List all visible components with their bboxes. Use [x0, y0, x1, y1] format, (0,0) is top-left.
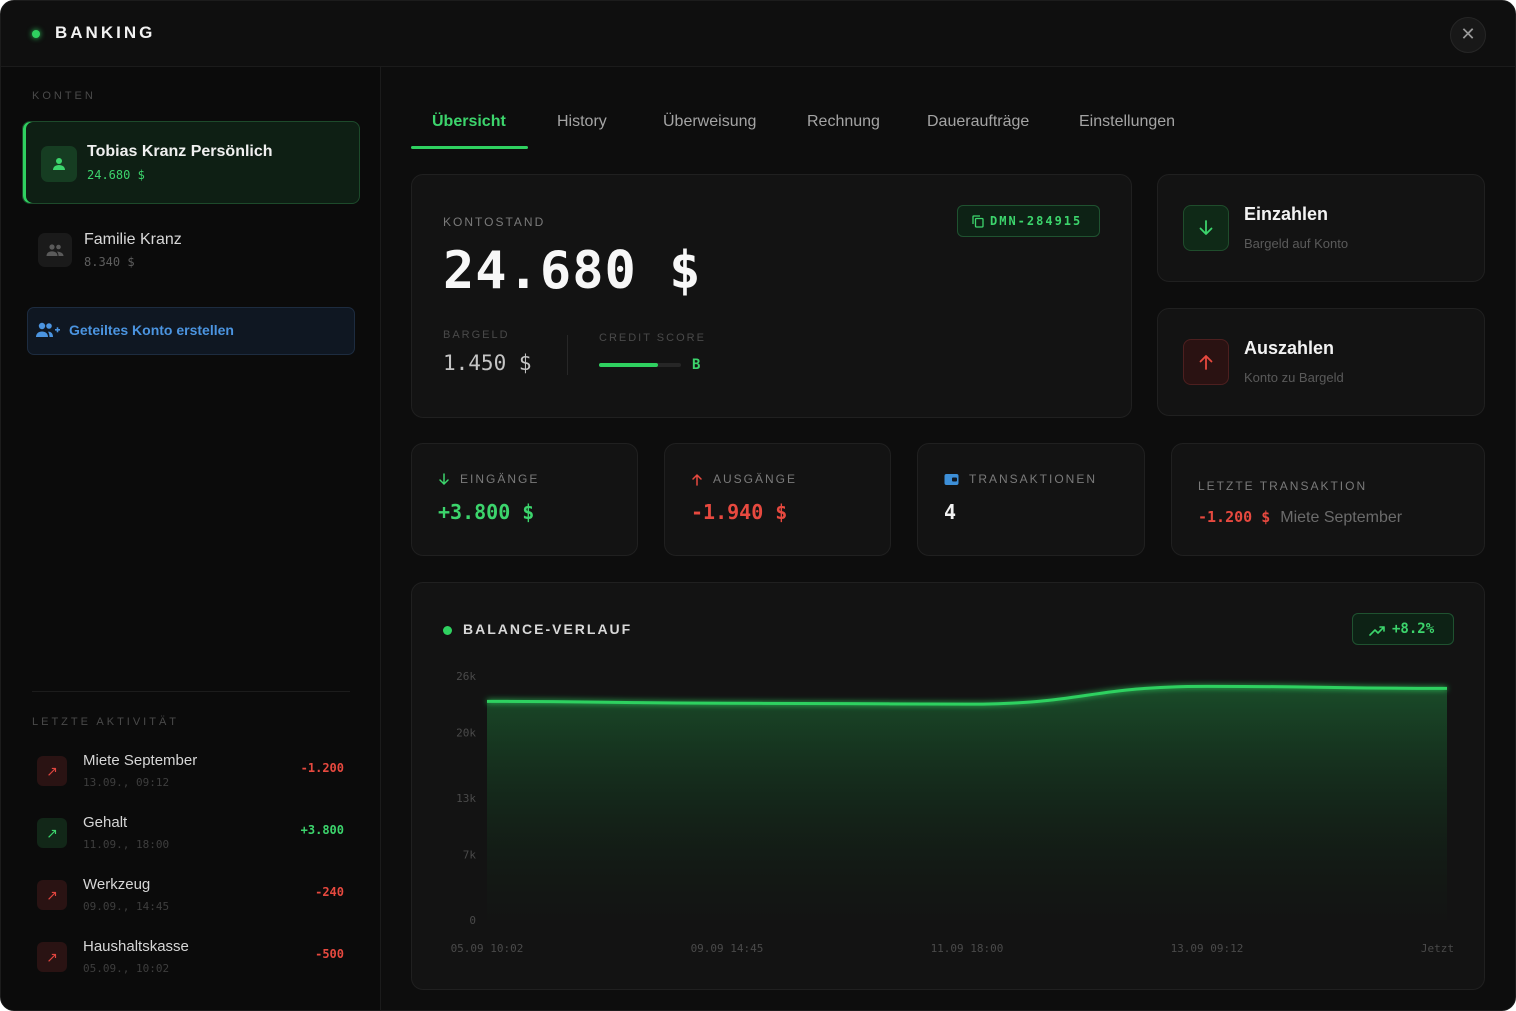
app-title: BANKING	[55, 23, 156, 42]
arrow-up-right-icon: ↗	[37, 880, 67, 910]
main-content: Übersicht History Überweisung Rechnung D…	[382, 67, 1515, 1010]
transactions-label: TRANSAKTIONEN	[969, 472, 1098, 486]
y-tick-label: 0	[469, 914, 476, 927]
deposit-button[interactable]: Einzahlen Bargeld auf Konto	[1157, 174, 1485, 282]
transactions-value: 4	[944, 500, 957, 524]
account-id: DMN-284915	[990, 214, 1083, 228]
last-transaction-amount: -1.200 $	[1198, 508, 1271, 526]
activity-amount: +3.800	[300, 823, 344, 837]
cash-amount: 1.450 $	[443, 351, 532, 375]
tab-invoice[interactable]: Rechnung	[807, 113, 880, 131]
income-stat-card: EINGÄNGE +3.800 $	[411, 443, 638, 556]
activity-amount: -240	[315, 885, 344, 899]
create-shared-account-label: Geteiltes Konto erstellen	[69, 322, 234, 338]
activity-heading: LETZTE AKTIVITÄT	[32, 716, 180, 728]
create-shared-account-button[interactable]: Geteiltes Konto erstellen	[27, 307, 355, 355]
arrow-up-right-icon: ↗	[37, 942, 67, 972]
activity-date: 05.09., 10:02	[83, 962, 170, 975]
accounts-heading: KONTEN	[32, 90, 96, 102]
account-balance: 8.340 $	[84, 255, 135, 269]
x-tick-label: 11.09 18:00	[931, 942, 1004, 955]
credit-score-grade: B	[692, 357, 701, 373]
account-item-family[interactable]: Familie Kranz 8.340 $	[22, 207, 360, 290]
credit-score-label: CREDIT SCORE	[599, 332, 706, 344]
x-tick-label: 13.09 09:12	[1171, 942, 1244, 955]
tab-settings[interactable]: Einstellungen	[1079, 113, 1175, 131]
sidebar: KONTEN Tobias Kranz Persönlich 24.680 $ …	[1, 67, 381, 1010]
balance-area-chart: 26k 20k 13k 7k 0 05.09 10:02 09.09 14:45 11.09…	[451, 670, 1454, 955]
x-tick-label: Jetzt	[1421, 942, 1454, 955]
activity-amount: -500	[315, 947, 344, 961]
activity-date: 09.09., 14:45	[83, 900, 170, 913]
active-tab-indicator	[411, 146, 528, 149]
divider	[32, 691, 350, 692]
tab-overview[interactable]: Übersicht	[432, 113, 506, 131]
account-item-personal[interactable]: Tobias Kranz Persönlich 24.680 $	[22, 121, 360, 204]
activity-title: Werkzeug	[83, 876, 151, 893]
account-balance: 24.680 $	[87, 168, 145, 182]
arrow-up-icon	[692, 473, 702, 486]
user-icon	[41, 146, 77, 182]
y-tick-label: 20k	[456, 726, 476, 739]
cash-label: BARGELD	[443, 329, 510, 341]
tab-transfer[interactable]: Überweisung	[663, 113, 756, 131]
last-transaction-description: Miete September	[1280, 509, 1403, 526]
balance-area	[487, 686, 1447, 920]
expenses-value: -1.940 $	[691, 500, 788, 524]
arrow-down-icon	[1183, 205, 1229, 251]
copy-icon	[972, 215, 984, 231]
last-transaction-label: LETZTE TRANSAKTION	[1198, 479, 1368, 493]
expenses-stat-card: AUSGÄNGE -1.940 $	[664, 443, 891, 556]
activity-date: 11.09., 18:00	[83, 838, 170, 851]
x-tick-label: 05.09 10:02	[451, 942, 524, 955]
credit-score-bar	[599, 363, 681, 367]
account-name: Tobias Kranz Persönlich	[87, 143, 273, 160]
activity-amount: -1.200	[300, 761, 344, 775]
y-tick-label: 26k	[456, 670, 476, 683]
banking-window: BANKING ✕ KONTEN Tobias Kranz Persönlich…	[0, 0, 1516, 1011]
add-users-icon	[35, 321, 61, 344]
activity-item[interactable]: ↗ Gehalt 11.09., 18:00 +3.800	[32, 807, 346, 857]
wallet-icon	[944, 473, 959, 485]
activity-item[interactable]: ↗ Haushaltskasse 05.09., 10:02 -500	[32, 931, 346, 981]
activity-title: Haushaltskasse	[83, 938, 189, 955]
deposit-subtitle: Bargeld auf Konto	[1244, 236, 1349, 251]
credit-score-fill	[599, 363, 659, 367]
withdraw-button[interactable]: Auszahlen Konto zu Bargeld	[1157, 308, 1485, 416]
expenses-label: AUSGÄNGE	[713, 472, 798, 486]
users-icon	[38, 233, 72, 267]
activity-title: Gehalt	[83, 814, 128, 831]
activity-title: Miete September	[83, 752, 198, 769]
balance-label: KONTOSTAND	[443, 215, 546, 229]
account-name: Familie Kranz	[84, 231, 182, 248]
account-id-badge[interactable]: DMN-284915	[957, 205, 1100, 237]
status-dot-icon	[32, 30, 40, 38]
divider	[567, 335, 568, 375]
y-tick-label: 13k	[456, 792, 476, 805]
balance-amount: 24.680 $	[443, 241, 702, 301]
activity-date: 13.09., 09:12	[83, 776, 170, 789]
deposit-title: Einzahlen	[1244, 204, 1329, 224]
tab-history[interactable]: History	[557, 113, 607, 131]
arrow-down-icon	[439, 472, 449, 485]
transactions-stat-card: TRANSAKTIONEN 4	[917, 443, 1145, 556]
tab-standing-orders[interactable]: Daueraufträge	[927, 113, 1029, 131]
close-button[interactable]: ✕	[1450, 17, 1486, 53]
balance-card: KONTOSTAND DMN-284915 24.680 $ BARGELD 1…	[411, 174, 1132, 418]
withdraw-subtitle: Konto zu Bargeld	[1244, 370, 1344, 385]
income-label: EINGÄNGE	[460, 472, 540, 486]
activity-item[interactable]: ↗ Miete September 13.09., 09:12 -1.200	[32, 745, 346, 795]
arrow-up-icon	[1183, 339, 1229, 385]
arrow-up-right-icon: ↗	[37, 756, 67, 786]
x-tick-label: 09.09 14:45	[691, 942, 764, 955]
balance-chart-card: BALANCE-VERLAUF +8.2% 26k 20k 13k 7k 0 0…	[411, 582, 1485, 990]
y-tick-label: 7k	[463, 848, 477, 861]
activity-item[interactable]: ↗ Werkzeug 09.09., 14:45 -240	[32, 869, 346, 919]
last-transaction-card: LETZTE TRANSAKTION -1.200 $ Miete Septem…	[1171, 443, 1485, 556]
income-value: +3.800 $	[438, 500, 535, 524]
title-bar: BANKING ✕	[1, 1, 1515, 67]
arrow-up-right-icon: ↗	[37, 818, 67, 848]
withdraw-title: Auszahlen	[1244, 338, 1335, 358]
